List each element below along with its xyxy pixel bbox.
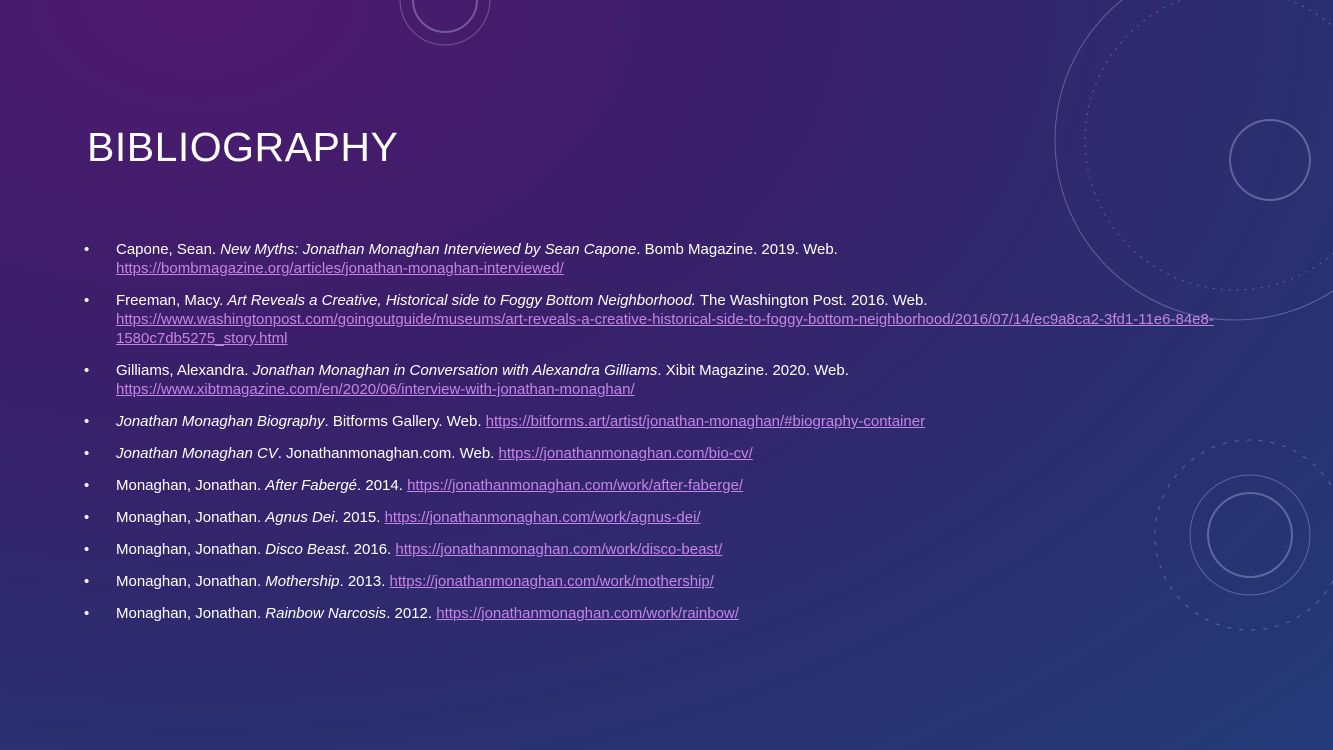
entry-title: Jonathan Monaghan Biography (116, 413, 325, 430)
bibliography-entry: • Jonathan Monaghan CV. Jonathanmonaghan.… (84, 444, 1214, 463)
entry-details: . 2016. (345, 541, 396, 558)
entry-author: Monaghan, Jonathan. (116, 605, 266, 622)
entry-details: . 2014. (357, 477, 408, 494)
entry-author: Freeman, Macy. (116, 292, 228, 309)
entry-author: Gilliams, Alexandra. (116, 362, 253, 379)
slide-title: BIBLIOGRAPHY (87, 124, 399, 170)
entry-author: Monaghan, Jonathan. (116, 509, 266, 526)
bibliography-entry: • Capone, Sean. New Myths: Jonathan Monag… (84, 240, 1214, 278)
bibliography-entry: • Monaghan, Jonathan. Mothership. 2013. h… (84, 572, 1214, 591)
entry-link[interactable]: https://jonathanmonaghan.com/bio-cv/ (499, 445, 753, 462)
entry-title: Mothership (265, 573, 340, 590)
entry-details: . Bomb Magazine. 2019. Web. (636, 241, 838, 258)
bibliography-entry: • Jonathan Monaghan Biography. Bitforms G… (84, 412, 1214, 431)
entry-details: The Washington Post. 2016. Web. (695, 292, 928, 309)
entry-link[interactable]: https://jonathanmonaghan.com/work/mother… (390, 573, 714, 590)
bullet: • (84, 292, 90, 309)
bullet: • (84, 241, 90, 258)
bullet: • (84, 541, 90, 558)
bullet: • (84, 362, 90, 379)
entry-title: Disco Beast (265, 541, 346, 558)
bibliography-entry: • Monaghan, Jonathan. Rainbow Narcosis. 2… (84, 604, 1214, 623)
entry-link[interactable]: https://jonathanmonaghan.com/work/agnus-… (385, 509, 701, 526)
entry-details: . Bitforms Gallery. Web. (324, 413, 486, 430)
entry-title: Rainbow Narcosis (265, 605, 387, 622)
entry-title: Jonathan Monaghan in Conversation with A… (252, 362, 658, 379)
bibliography-entry: • Freeman, Macy. Art Reveals a Creative, … (84, 291, 1214, 348)
entry-details: . 2013. (339, 573, 390, 590)
entry-details: . Jonathanmonaghan.com. Web. (277, 445, 499, 462)
entry-link[interactable]: https://bombmagazine.org/articles/jonath… (116, 259, 1214, 278)
bibliography-entry: • Monaghan, Jonathan. After Fabergé. 2014… (84, 476, 1214, 495)
entry-link[interactable]: https://jonathanmonaghan.com/work/rainbo… (436, 605, 739, 622)
entry-author: Capone, Sean. (116, 241, 221, 258)
bibliography-list: • Capone, Sean. New Myths: Jonathan Monag… (84, 240, 1214, 636)
entry-author: Monaghan, Jonathan. (116, 573, 266, 590)
entry-title: New Myths: Jonathan Monaghan Interviewed… (220, 241, 637, 258)
entry-title: Jonathan Monaghan CV (116, 445, 278, 462)
bullet: • (84, 509, 90, 526)
bullet: • (84, 605, 90, 622)
entry-details: . 2015. (334, 509, 385, 526)
bullet: • (84, 477, 90, 494)
bullet: • (84, 413, 90, 430)
entry-details: . Xibit Magazine. 2020. Web. (657, 362, 849, 379)
bibliography-entry: • Gilliams, Alexandra. Jonathan Monaghan … (84, 361, 1214, 399)
bibliography-entry: • Monaghan, Jonathan. Agnus Dei. 2015. ht… (84, 508, 1214, 527)
entry-link[interactable]: https://www.xibtmagazine.com/en/2020/06/… (116, 380, 1214, 399)
entry-title: Agnus Dei (265, 509, 335, 526)
entry-details: . 2012. (386, 605, 437, 622)
bibliography-entry: • Monaghan, Jonathan. Disco Beast. 2016. … (84, 540, 1214, 559)
entry-link[interactable]: https://bitforms.art/artist/jonathan-mon… (486, 413, 925, 430)
entry-author: Monaghan, Jonathan. (116, 477, 266, 494)
entry-link[interactable]: https://jonathanmonaghan.com/work/disco-… (395, 541, 722, 558)
entry-author: Monaghan, Jonathan. (116, 541, 266, 558)
entry-title: After Fabergé (265, 477, 358, 494)
bullet: • (84, 445, 90, 462)
bullet: • (84, 573, 90, 590)
entry-title: Art Reveals a Creative, Historical side … (227, 292, 696, 309)
entry-link[interactable]: https://jonathanmonaghan.com/work/after-… (407, 477, 743, 494)
entry-link[interactable]: https://www.washingtonpost.com/goingoutg… (116, 310, 1214, 348)
